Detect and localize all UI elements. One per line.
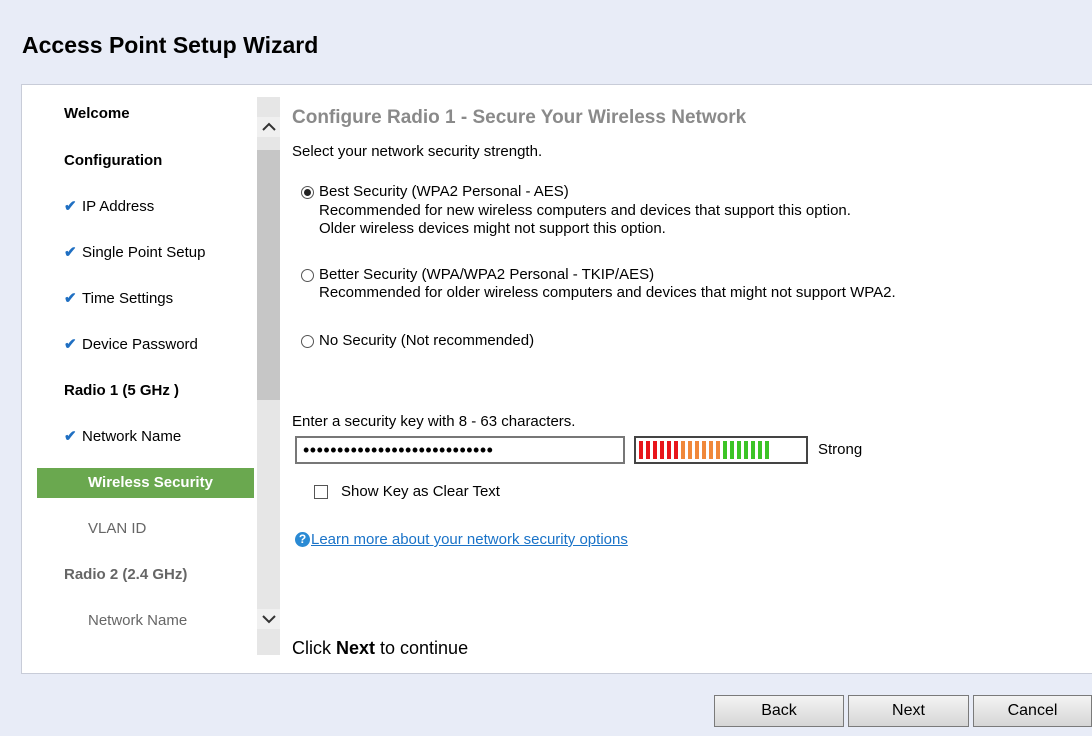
sidebar-item-label: Single Point Setup [82,244,206,261]
security-key-input[interactable]: •••••••••••••••••••••••••••• [295,436,625,464]
strength-bar [639,441,643,459]
option-better-label[interactable]: Better Security (WPA/WPA2 Personal - TKI… [319,266,654,284]
option-best-label[interactable]: Best Security (WPA2 Personal - AES) [319,183,569,201]
show-key-label[interactable]: Show Key as Clear Text [341,483,500,501]
cancel-button[interactable]: Cancel [973,695,1092,727]
sidebar-item-label: Radio 1 (5 GHz ) [64,382,180,399]
strength-bar [702,441,706,459]
sidebar-scrollbar[interactable] [257,97,280,655]
page-title: Configure Radio 1 - Secure Your Wireless… [292,107,747,128]
checkmark-icon: ✔ [64,336,77,353]
sidebar-item-label: Radio 2 (2.4 GHz) [64,566,188,583]
strength-bar [653,441,657,459]
sidebar-item-label: IP Address [82,198,155,215]
continue-next-word: Next [336,638,376,658]
strength-bar [688,441,692,459]
strength-bar [695,441,699,459]
sidebar-item-label: VLAN ID [88,520,147,537]
checkmark-icon: ✔ [64,428,77,445]
option-best-desc2: Older wireless devices might not support… [319,220,666,237]
wizard-title: Access Point Setup Wizard [22,32,319,58]
strength-bar [674,441,678,459]
radio-best-security[interactable] [301,186,314,199]
strength-bar [660,441,664,459]
option-none-label[interactable]: No Security (Not recommended) [319,332,534,350]
option-best-desc1: Recommended for new wireless computers a… [319,202,851,219]
sidebar-item-vlan-id[interactable]: VLAN ID [88,514,320,544]
key-prompt: Enter a security key with 8 - 63 charact… [292,413,576,430]
checkmark-icon: ✔ [64,244,77,261]
strength-bar [758,441,762,459]
chevron-up-icon[interactable] [257,117,280,137]
radio-no-security[interactable] [301,335,314,348]
strength-bar [723,441,727,459]
strength-bar [667,441,671,459]
strength-bar [646,441,650,459]
sidebar-item-network-name-2[interactable]: Network Name [88,606,320,636]
continue-prefix: Click [292,638,336,658]
sidebar-item-label: Network Name [82,428,182,445]
sidebar-item-label: Configuration [64,152,163,169]
sidebar-item-label: Time Settings [82,290,174,307]
sidebar-item-label: Welcome [64,105,130,122]
strength-bar [716,441,720,459]
sidebar-item-label: Network Name [88,612,188,629]
checkmark-icon: ✔ [64,198,77,215]
scrollbar-thumb[interactable] [257,150,280,400]
strength-bar [737,441,741,459]
strength-bar [730,441,734,459]
sidebar-item-label: Wireless Security [88,474,213,491]
strength-bar [751,441,755,459]
strength-bar [681,441,685,459]
wizard-panel: Welcome Configuration ✔ IP Address ✔ Singl… [21,84,1092,674]
strength-label: Strong [818,441,863,458]
chevron-down-icon[interactable] [257,609,280,629]
checkmark-icon: ✔ [64,290,77,307]
strength-bar [765,441,769,459]
continue-suffix: to continue [375,638,469,658]
continue-hint: Click Next to continue [292,637,468,659]
security-prompt: Select your network security strength. [292,143,543,160]
learn-more-link[interactable]: Learn more about your network security o… [311,531,628,549]
sidebar-item-wireless-security[interactable]: Wireless Security [37,468,254,498]
back-button[interactable]: Back [714,695,844,727]
question-circle-icon: ? [295,532,310,547]
wizard-sidebar: Welcome Configuration ✔ IP Address ✔ Singl… [22,85,257,673]
strength-bar [744,441,748,459]
sidebar-item-label: Device Password [82,336,198,353]
strength-meter [634,436,808,464]
radio-better-security[interactable] [301,269,314,282]
show-key-checkbox[interactable] [314,485,328,499]
next-button[interactable]: Next [848,695,969,727]
strength-bar [709,441,713,459]
option-better-desc1: Recommended for older wireless computers… [319,284,896,301]
